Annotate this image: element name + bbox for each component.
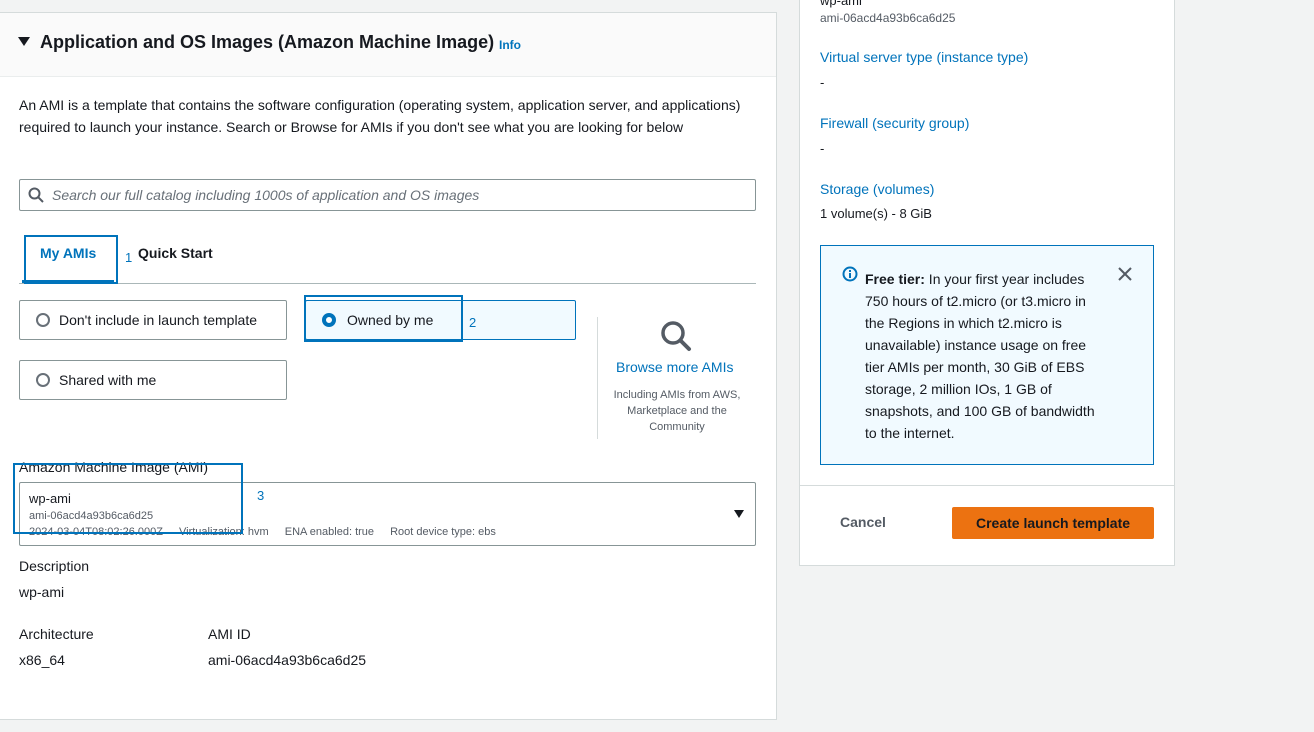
info-link[interactable]: Info [499, 38, 521, 52]
radio-button[interactable] [36, 373, 50, 387]
create-launch-template-button[interactable]: Create launch template [952, 507, 1154, 539]
ami-id-label: AMI ID [208, 626, 251, 642]
search-icon [28, 187, 44, 203]
summary-ami-name: wp-ami [820, 0, 862, 8]
architecture-label: Architecture [19, 626, 94, 642]
instance-type-link[interactable]: Virtual server type (instance type) [820, 49, 1028, 65]
page: Application and OS Images (Amazon Machin… [0, 0, 1314, 732]
section-title: Application and OS Images (Amazon Machin… [40, 32, 495, 52]
browse-divider [597, 317, 598, 439]
annotation-number-1: 1 [125, 250, 133, 265]
free-tier-body: In your first year includes 750 hours of… [865, 271, 1095, 441]
close-icon[interactable] [1117, 266, 1133, 282]
summary-ami-id: ami-06acd4a93b6ca6d25 [820, 11, 956, 25]
section-intro: An AMI is a template that contains the s… [19, 97, 741, 135]
footer-divider [800, 485, 1174, 486]
security-group-link[interactable]: Firewall (security group) [820, 115, 969, 131]
tabs-divider [19, 283, 756, 284]
browse-more-amis-link[interactable]: Browse more AMIs [616, 359, 733, 375]
free-tier-title: Free tier: [865, 271, 925, 287]
info-icon [842, 266, 858, 282]
description-value: wp-ami [19, 584, 65, 600]
annotation-box-3 [13, 463, 243, 534]
summary-panel: wp-ami ami-06acd4a93b6ca6d25 Virtual ser… [799, 0, 1175, 566]
radio-dont-include[interactable]: Don't include in launch template [19, 300, 287, 340]
tab-quick-start[interactable]: Quick Start [138, 245, 213, 261]
ami-search-box[interactable] [19, 179, 756, 211]
ami-section-panel: Application and OS Images (Amazon Machin… [0, 12, 777, 720]
browse-subtext: Including AMIs from AWS, Marketplace and… [613, 389, 741, 433]
section-header[interactable]: Application and OS Images (Amazon Machin… [0, 13, 776, 77]
cancel-button[interactable]: Cancel [820, 507, 906, 537]
chevron-down-icon[interactable] [734, 510, 744, 518]
ami-root-device: Root device type: ebs [390, 526, 496, 538]
radio-label: Shared with me [59, 372, 157, 388]
description-label: Description [19, 558, 90, 574]
radio-shared-with-me[interactable]: Shared with me [19, 360, 287, 400]
instance-type-value: - [820, 75, 825, 90]
storage-link[interactable]: Storage (volumes) [820, 181, 934, 197]
annotation-number-3: 3 [257, 488, 265, 503]
annotation-box-1 [24, 235, 118, 284]
annotation-box-2 [304, 295, 463, 342]
magnifier-icon [661, 321, 691, 351]
security-group-value: - [820, 141, 825, 156]
ami-ena: ENA enabled: true [284, 526, 375, 538]
collapse-caret-icon[interactable] [18, 37, 30, 46]
ami-search-input[interactable] [52, 180, 742, 210]
radio-label: Don't include in launch template [59, 312, 258, 328]
free-tier-alert: Free tier: In your first year includes 7… [820, 245, 1154, 465]
architecture-value: x86_64 [19, 652, 65, 668]
annotation-number-2: 2 [469, 315, 477, 330]
radio-button[interactable] [36, 313, 50, 327]
storage-value: 1 volume(s) - 8 GiB [820, 206, 932, 221]
free-tier-text: Free tier: In your first year includes 7… [865, 268, 1105, 444]
ami-id-value: ami-06acd4a93b6ca6d25 [208, 652, 367, 668]
